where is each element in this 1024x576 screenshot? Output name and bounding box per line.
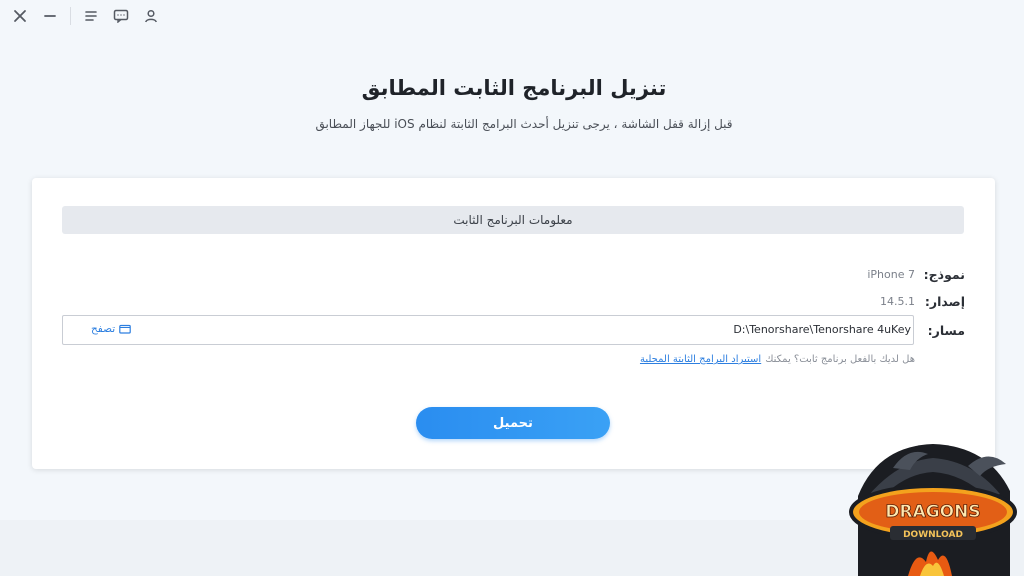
minimize-button[interactable]	[38, 4, 62, 28]
close-icon	[14, 10, 26, 22]
folder-icon	[119, 324, 131, 334]
dragons-download-watermark-logo: DRAGONS DOWNLOAD	[849, 444, 1017, 576]
page-title: تنزيل البرنامج الثابت المطابق	[361, 76, 667, 100]
page-subtitle: قبل إزالة قفل الشاشة ، يرجى تنزيل أحدث ا…	[315, 117, 733, 131]
user-icon	[145, 9, 157, 23]
firmware-section-header: معلومات البرنامج الثابت	[62, 206, 964, 234]
title-bar-divider	[70, 7, 71, 25]
import-hint-text: هل لديك بالفعل برنامج ثابت؟ يمكنك	[765, 354, 915, 365]
browse-label: تصفح	[91, 323, 116, 335]
firmware-card: معلومات البرنامج الثابت نموذج: iPhone 7 …	[32, 178, 995, 469]
import-hint: هل لديك بالفعل برنامج ثابت؟ يمكنك استيرا…	[640, 354, 915, 365]
svg-text:DRAGONS: DRAGONS	[885, 502, 980, 522]
path-field[interactable]: D:\Tenorshare\Tenorshare 4uKey تصفح	[62, 315, 914, 345]
import-local-firmware-link[interactable]: استيراد البرامج الثابتة المحلية	[640, 354, 761, 365]
title-bar	[0, 0, 1024, 32]
menu-button[interactable]	[79, 4, 103, 28]
path-value: D:\Tenorshare\Tenorshare 4uKey	[733, 323, 911, 336]
feedback-button[interactable]	[109, 4, 133, 28]
svg-text:DOWNLOAD: DOWNLOAD	[903, 530, 963, 540]
minimize-icon	[44, 15, 56, 17]
close-button[interactable]	[8, 4, 32, 28]
menu-icon	[85, 11, 97, 21]
version-value: 14.5.1	[880, 295, 915, 308]
browse-button[interactable]: تصفح	[91, 323, 131, 335]
account-button[interactable]	[139, 4, 163, 28]
chat-icon	[113, 9, 129, 23]
path-label: مسار:	[927, 323, 965, 338]
download-button[interactable]: تحميل	[416, 407, 610, 439]
model-value: iPhone 7	[867, 268, 915, 281]
